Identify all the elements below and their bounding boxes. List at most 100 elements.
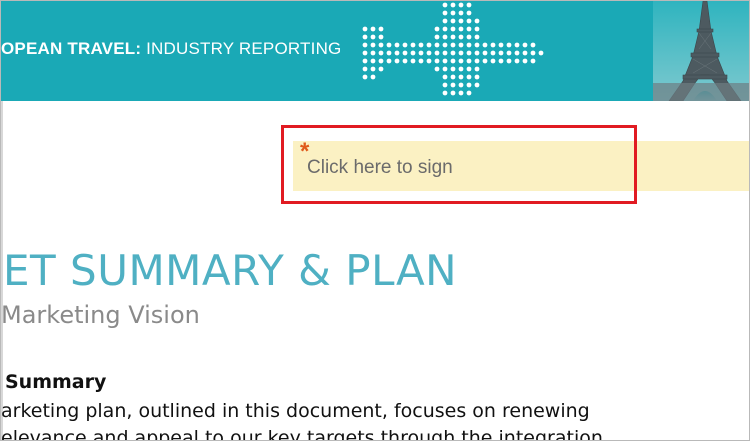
plane-dot (538, 50, 544, 56)
plane-dot (362, 58, 368, 64)
plane-dot (450, 82, 456, 88)
plane-dot (434, 66, 440, 72)
plane-dot (474, 66, 480, 72)
plane-dot (458, 42, 464, 48)
plane-dot (466, 42, 472, 48)
plane-dot (458, 82, 464, 88)
plane-dot (530, 58, 536, 64)
plane-dot (466, 34, 472, 40)
plane-dot (498, 42, 504, 48)
plane-dot (370, 34, 376, 40)
plane-dot (522, 58, 528, 64)
plane-dot (394, 50, 400, 56)
plane-dot (378, 58, 384, 64)
plane-dot (450, 18, 456, 24)
plane-dot (506, 50, 512, 56)
plane-dot (450, 26, 456, 32)
plane-dot (514, 42, 520, 48)
plane-dot (370, 58, 376, 64)
plane-dot (530, 42, 536, 48)
section-heading: Summary (5, 371, 107, 393)
click-to-sign-label[interactable]: Click here to sign (307, 157, 453, 179)
plane-dot (458, 18, 464, 24)
plane-dot (498, 50, 504, 56)
plane-dot (490, 50, 496, 56)
plane-dot (434, 50, 440, 56)
plane-dot (466, 50, 472, 56)
plane-dot (474, 50, 480, 56)
plane-dot (442, 66, 448, 72)
plane-dot (490, 42, 496, 48)
plane-dot (474, 26, 480, 32)
plane-dot (458, 10, 464, 16)
plane-dot (482, 50, 488, 56)
plane-dot (426, 50, 432, 56)
plane-dot (458, 90, 464, 96)
plane-dot (450, 66, 456, 72)
plane-dot (410, 50, 416, 56)
plane-dot (434, 58, 440, 64)
plane-dot (362, 66, 368, 72)
plane-dot (442, 42, 448, 48)
plane-dot (394, 58, 400, 64)
plane-dot (370, 42, 376, 48)
plane-dot (458, 58, 464, 64)
plane-dot (466, 82, 472, 88)
plane-dot (458, 74, 464, 80)
plane-dot (522, 50, 528, 56)
plane-dot (434, 26, 440, 32)
plane-dot (442, 10, 448, 16)
plane-dot (450, 2, 456, 8)
plane-dot (466, 66, 472, 72)
plane-dot (466, 26, 472, 32)
plane-dot (386, 58, 392, 64)
plane-dot (402, 42, 408, 48)
plane-dot (474, 42, 480, 48)
plane-dot (450, 50, 456, 56)
plane-dot (450, 10, 456, 16)
plane-dot (418, 42, 424, 48)
plane-dot (506, 58, 512, 64)
plane-dot (458, 34, 464, 40)
plane-dot (482, 42, 488, 48)
plane-dot (522, 42, 528, 48)
plane-dot (378, 26, 384, 32)
plane-dot (442, 2, 448, 8)
plane-dot (458, 66, 464, 72)
plane-dot (378, 34, 384, 40)
plane-dot (418, 58, 424, 64)
plane-dot (450, 42, 456, 48)
plane-dot (370, 74, 376, 80)
plane-dot (458, 50, 464, 56)
plane-dot (426, 42, 432, 48)
plane-dot (450, 74, 456, 80)
plane-dot (410, 42, 416, 48)
plane-dot (506, 42, 512, 48)
plane-dot (434, 34, 440, 40)
plane-dot (466, 58, 472, 64)
plane-dot (378, 66, 384, 72)
plane-dot (386, 42, 392, 48)
plane-dot (474, 74, 480, 80)
plane-dot (442, 34, 448, 40)
plane-dot (370, 50, 376, 56)
plane-dot (370, 66, 376, 72)
banner-title-bold: OPEAN TRAVEL: (1, 39, 142, 58)
plane-dot (442, 74, 448, 80)
plane-dot (362, 50, 368, 56)
plane-dot (466, 74, 472, 80)
plane-dot (474, 58, 480, 64)
plane-dot (498, 58, 504, 64)
plane-dot (442, 50, 448, 56)
plane-dot (434, 42, 440, 48)
plane-dot (362, 42, 368, 48)
plane-dot (394, 42, 400, 48)
plane-dot (442, 82, 448, 88)
dotted-airplane-icon (362, 2, 544, 96)
plane-dot (530, 50, 536, 56)
plane-dot (474, 34, 480, 40)
banner-title: OPEAN TRAVEL: INDUSTRY REPORTING (1, 39, 341, 59)
plane-dot (410, 58, 416, 64)
header-banner: OPEAN TRAVEL: INDUSTRY REPORTING (1, 1, 749, 101)
plane-dot (514, 58, 520, 64)
